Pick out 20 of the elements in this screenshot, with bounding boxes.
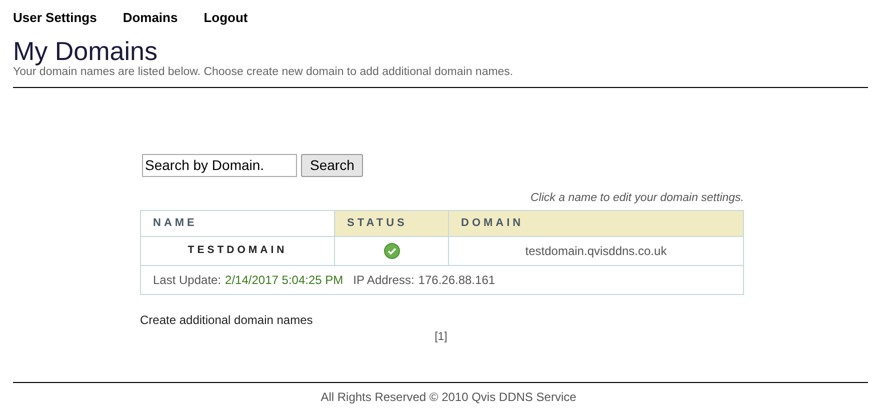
- page-subtitle: Your domain names are listed below. Choose create new domain to add additional domain names.: [12, 66, 514, 78]
- nav-link[interactable]: User Settings: [13, 8, 97, 28]
- nav-link[interactable]: Logout: [204, 8, 248, 28]
- column-header: DOMAIN: [448, 210, 744, 236]
- nav-link[interactable]: Domains: [122, 8, 178, 28]
- search-button[interactable]: Search: [301, 154, 364, 176]
- last-update-value: 2/14/2017 5:04:25 PM: [225, 272, 344, 289]
- create-domain-link[interactable]: Create additional domain names: [140, 310, 313, 329]
- domain-name-link[interactable]: TESTDOMAIN: [140, 236, 334, 266]
- column-header: STATUS: [334, 210, 448, 236]
- footer-text: All Rights Reserved © 2010 Qvis DDNS Service: [320, 389, 576, 406]
- last-update-label: Last Update:: [153, 272, 222, 289]
- ip-address-value: 176.26.88.161: [418, 272, 496, 289]
- ip-address-label: IP Address:: [353, 272, 414, 289]
- search-field[interactable]: Search by Domain.: [142, 154, 297, 176]
- table-cell: testdomain.qvisddns.co.uk: [448, 236, 744, 266]
- column-header: NAME: [140, 210, 334, 236]
- page-title: My Domains: [12, 36, 158, 66]
- page-link[interactable]: [1]: [434, 328, 448, 346]
- edit-hint: Click a name to edit your domain settings.: [530, 190, 744, 206]
